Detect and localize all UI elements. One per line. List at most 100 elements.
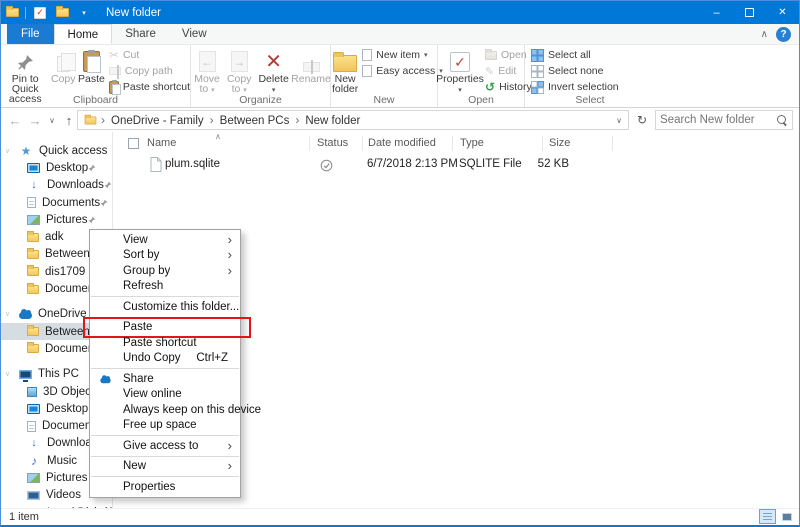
large-icons-view-button[interactable]	[778, 509, 795, 524]
breadcrumb-item-new-folder[interactable]: New folder	[303, 115, 362, 127]
help-icon[interactable]: ?	[776, 27, 791, 42]
address-dropdown-icon[interactable]: ∨	[616, 116, 622, 125]
breadcrumb-separator-icon[interactable]: ›	[97, 113, 109, 127]
select-none-button[interactable]: Select none	[531, 63, 619, 79]
context-menu-item-group-by[interactable]: Group by ›	[90, 263, 240, 279]
delete-button[interactable]: ✕ Delete▾	[256, 47, 291, 96]
document-icon	[27, 421, 36, 432]
sidebar-item-documents[interactable]: Documents	[1, 194, 112, 211]
context-menu-item-view-online[interactable]: View online	[90, 387, 240, 403]
breadcrumb-item-onedrive-family[interactable]: OneDrive - Family	[109, 115, 206, 127]
rename-icon	[303, 62, 320, 72]
sidebar-item-downloads[interactable]: Downloads	[1, 177, 112, 194]
cut-button[interactable]: ✂Cut	[109, 47, 190, 63]
column-header-type[interactable]: Type	[460, 137, 484, 149]
folder-icon	[27, 344, 39, 353]
refresh-icon[interactable]: ↻	[633, 110, 651, 130]
expander-chevron-icon[interactable]: ∨	[5, 370, 10, 378]
status-available-online-icon	[320, 159, 333, 172]
tab-file[interactable]: File	[7, 24, 54, 44]
caption-buttons: – ✕	[700, 1, 799, 24]
search-input[interactable]	[660, 114, 777, 126]
expander-chevron-icon[interactable]: ∨	[5, 310, 10, 318]
rename-button[interactable]: Rename	[293, 47, 329, 84]
pc-icon	[19, 370, 32, 379]
qat-new-folder-button[interactable]	[54, 5, 70, 21]
sidebar-item-pictures[interactable]: Pictures	[1, 211, 112, 228]
paste-shortcut-button[interactable]: Paste shortcut	[109, 79, 190, 95]
back-icon[interactable]: ←	[5, 113, 25, 128]
column-header-status[interactable]: Status	[317, 137, 348, 149]
new-folder-icon	[333, 55, 357, 72]
minimize-button[interactable]: –	[700, 1, 733, 24]
context-menu-item-properties[interactable]: Properties	[90, 479, 240, 495]
qat-customize-dropdown[interactable]: ▾	[76, 5, 92, 21]
up-icon[interactable]: ↑	[59, 113, 79, 128]
file-row-plum-sqlite[interactable]: plum.sqlite 6/7/2018 2:13 PM SQLITE File…	[114, 156, 799, 174]
context-menu-separator	[91, 435, 239, 436]
expander-chevron-icon[interactable]: ∨	[5, 147, 10, 155]
properties-button[interactable]: ✓ Properties▾	[439, 47, 481, 96]
context-menu-item-refresh[interactable]: Refresh	[90, 279, 240, 295]
breadcrumb-item-between-pcs[interactable]: Between PCs	[218, 115, 292, 127]
collapse-ribbon-icon[interactable]: ∧	[761, 29, 768, 40]
context-menu-item-new[interactable]: New ›	[90, 459, 240, 475]
context-menu-item-free-up-space[interactable]: Free up space	[90, 418, 240, 434]
context-menu-separator	[91, 296, 239, 297]
download-icon	[27, 179, 41, 192]
new-item-button[interactable]: New item▾	[362, 47, 442, 63]
group-label-new: New	[331, 94, 437, 106]
sort-ascending-icon: ∧	[215, 132, 221, 141]
paste-button[interactable]: Paste	[78, 47, 105, 84]
easy-access-icon	[362, 65, 372, 77]
tab-view[interactable]: View	[169, 24, 220, 44]
maximize-button[interactable]	[733, 1, 766, 24]
copy-button[interactable]: Copy	[50, 47, 76, 84]
sidebar-item-desktop[interactable]: Desktop	[1, 159, 112, 176]
ribbon-tabstrip: File Home Share View ∧ ?	[1, 24, 799, 45]
close-button[interactable]: ✕	[766, 1, 799, 24]
star-icon	[19, 144, 33, 157]
folder-icon	[27, 267, 39, 276]
column-header-date-modified[interactable]: Date modified	[368, 137, 436, 149]
chevron-down-icon: ▾	[82, 9, 86, 17]
breadcrumb-separator-icon[interactable]: ›	[291, 113, 303, 127]
breadcrumb-items: ›OneDrive - Family›Between PCs›New folde…	[97, 113, 362, 127]
tab-share[interactable]: Share	[112, 24, 169, 44]
download-icon	[27, 437, 41, 450]
context-menu-item-view[interactable]: View ›	[90, 232, 240, 248]
breadcrumb-separator-icon[interactable]: ›	[206, 113, 218, 127]
context-menu-item-always-keep-on-this-device[interactable]: Always keep on this device	[90, 402, 240, 418]
context-menu-item-give-access-to[interactable]: Give access to ›	[90, 438, 240, 454]
copy-icon	[57, 56, 70, 72]
context-menu-item-sort-by[interactable]: Sort by ›	[90, 248, 240, 264]
breadcrumb[interactable]: ›OneDrive - Family›Between PCs›New folde…	[77, 110, 629, 130]
context-menu-item-paste[interactable]: Paste	[90, 320, 240, 336]
recent-locations-icon[interactable]: ∨	[45, 116, 59, 125]
details-view-button[interactable]	[759, 509, 776, 524]
select-all-button[interactable]: Select all	[531, 47, 619, 63]
details-view-icon	[763, 513, 772, 521]
chevron-down-icon: ▾	[424, 51, 428, 59]
copy-to-button[interactable]: → Copy to ▾	[224, 47, 254, 96]
move-to-button[interactable]: ← Move to ▾	[192, 47, 222, 96]
context-menu-item-undo-copy[interactable]: Undo Copy Ctrl+Z	[90, 351, 240, 367]
qat-properties-button[interactable]: ✓	[32, 5, 48, 21]
column-header-name[interactable]: Name	[147, 137, 176, 149]
invert-selection-button[interactable]: Invert selection	[531, 79, 619, 95]
group-label-select: Select	[525, 94, 655, 106]
copy-path-button[interactable]: Copy path	[109, 63, 190, 79]
ribbon: Pin to Quick access Copy Paste ✂Cut Copy…	[1, 45, 799, 108]
context-menu-item-customize-this-folder[interactable]: Customize this folder...	[90, 299, 240, 315]
search-icon[interactable]	[777, 115, 788, 126]
easy-access-button[interactable]: Easy access▾	[362, 63, 442, 79]
sidebar-item-quick-access[interactable]: ∨ Quick access	[1, 142, 112, 159]
select-all-checkbox[interactable]	[128, 138, 139, 149]
context-menu-item-share[interactable]: Share	[90, 371, 240, 387]
context-menu-item-paste-shortcut[interactable]: Paste shortcut	[90, 335, 240, 351]
tab-home[interactable]: Home	[54, 24, 113, 44]
forward-icon[interactable]: →	[25, 113, 45, 128]
column-header-size[interactable]: Size	[549, 137, 570, 149]
new-folder-button[interactable]: New folder	[332, 47, 358, 94]
tabstrip-right: ∧ ?	[761, 24, 799, 44]
